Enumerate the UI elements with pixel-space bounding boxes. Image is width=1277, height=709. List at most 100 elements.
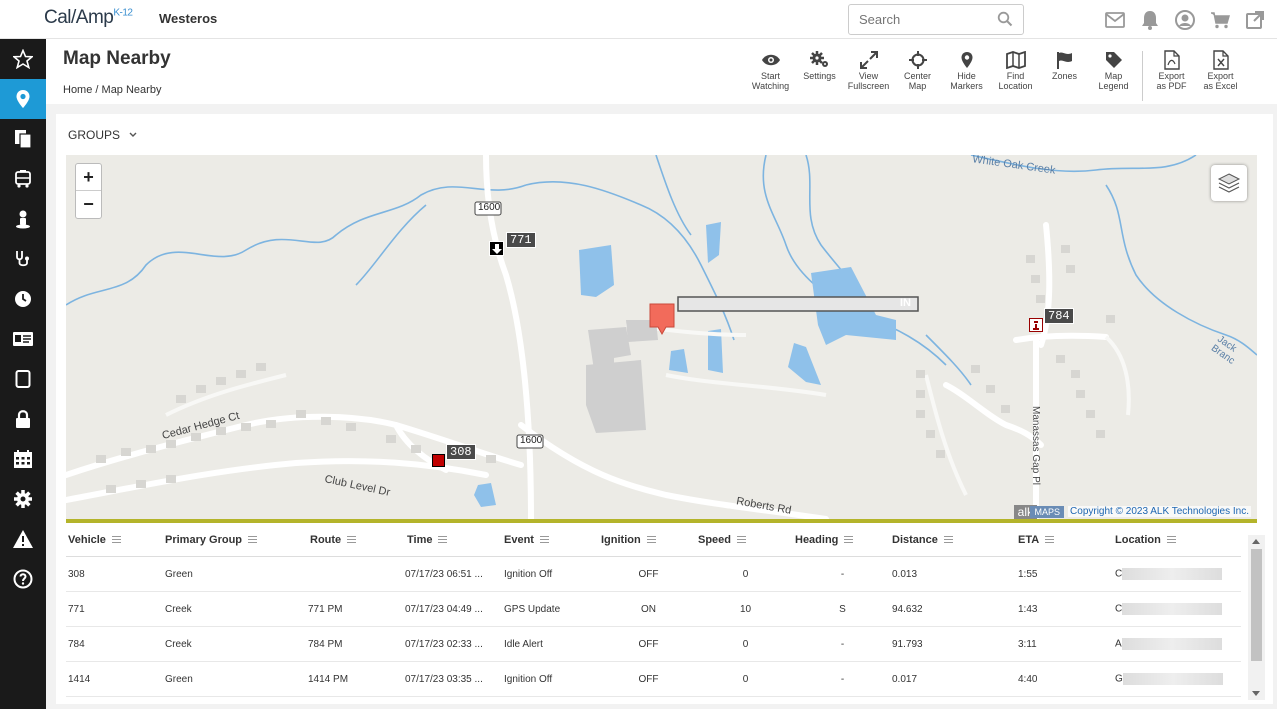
table-header: Vehicle Primary Group Route Time Event I…	[66, 523, 1241, 557]
layers-button[interactable]	[1211, 165, 1247, 201]
layers-icon	[1217, 173, 1241, 193]
column-menu-icon[interactable]	[1045, 536, 1055, 544]
scroll-up-arrow[interactable]	[1252, 539, 1260, 544]
groups-dropdown[interactable]: GROUPS	[68, 128, 138, 142]
map-legend-label-1: Map	[1104, 71, 1123, 81]
sidebar-item-health[interactable]	[0, 239, 46, 279]
mail-icon[interactable]	[1103, 8, 1126, 31]
zoom-in-button[interactable]: +	[76, 164, 101, 191]
column-menu-icon[interactable]	[248, 536, 258, 544]
col-location[interactable]: Location	[1113, 534, 1231, 546]
column-menu-icon[interactable]	[943, 536, 953, 544]
zones-button[interactable]: Zones	[1040, 51, 1089, 101]
vehicle-308-marker[interactable]	[432, 454, 445, 467]
cell-heading: S	[839, 603, 846, 615]
view-fullscreen-button[interactable]: View Fullscreen	[844, 51, 893, 101]
calendar-icon	[14, 450, 32, 468]
vehicle-308-label: 308	[446, 444, 476, 460]
hide-markers-button[interactable]: Hide Markers	[942, 51, 991, 101]
cell-event: Ignition Off	[504, 673, 553, 685]
cell-speed: 0	[742, 568, 749, 580]
school-zone-marker[interactable]	[649, 303, 675, 340]
user-icon[interactable]	[1173, 8, 1196, 31]
vehicle-784-marker[interactable]	[1029, 318, 1043, 332]
column-menu-icon[interactable]	[539, 536, 549, 544]
cart-icon[interactable]	[1208, 8, 1231, 31]
scroll-down-arrow[interactable]	[1252, 691, 1260, 696]
column-menu-icon[interactable]	[844, 536, 854, 544]
sidebar-item-map[interactable]	[0, 79, 46, 119]
column-menu-icon[interactable]	[737, 536, 747, 544]
groups-label: GROUPS	[68, 128, 121, 142]
external-link-icon[interactable]	[1243, 8, 1266, 31]
column-menu-icon[interactable]	[438, 536, 448, 544]
cell-route: 771 PM	[308, 603, 343, 615]
cell-speed: 0	[742, 638, 749, 650]
breadcrumb-home[interactable]: Home	[63, 84, 92, 96]
table-row[interactable]: 308 Green 07/17/23 06:51 ... Ignition Of…	[66, 557, 1241, 592]
start-watching-button[interactable]: Start Watching	[746, 51, 795, 101]
col-heading[interactable]: Heading	[793, 534, 890, 546]
sidebar-item-favorites[interactable]	[0, 39, 46, 79]
col-eta-label: ETA	[1018, 533, 1040, 546]
crosshair-icon	[908, 51, 927, 69]
cell-distance: 0.013	[892, 568, 918, 580]
sidebar-item-ids[interactable]	[0, 319, 46, 359]
sidebar-item-students[interactable]	[0, 199, 46, 239]
col-event[interactable]: Event	[502, 534, 599, 546]
col-vehicle[interactable]: Vehicle	[66, 534, 163, 546]
cell-time: 07/17/23 06:51 ...	[405, 568, 483, 580]
table-scrollbar[interactable]	[1248, 535, 1265, 700]
sidebar-item-calendar[interactable]	[0, 439, 46, 479]
map-legend-button[interactable]: Map Legend	[1089, 51, 1138, 101]
zoom-control: + −	[75, 163, 102, 219]
col-primary-group[interactable]: Primary Group	[163, 534, 308, 546]
sidebar-item-settings[interactable]	[0, 479, 46, 519]
sidebar-item-bus[interactable]	[0, 159, 46, 199]
sidebar-item-tablet[interactable]	[0, 359, 46, 399]
zoom-out-button[interactable]: −	[76, 191, 101, 218]
top-bar: Cal/AmpK-12 Westeros	[0, 0, 1277, 39]
col-ignition[interactable]: Ignition	[599, 534, 696, 546]
map-copyright[interactable]: Copyright © 2023 ALK Technologies Inc.	[1068, 506, 1251, 517]
column-menu-icon[interactable]	[1166, 536, 1176, 544]
column-menu-icon[interactable]	[347, 536, 357, 544]
bell-icon[interactable]	[1138, 8, 1161, 31]
table-row[interactable]: 784 Creek 784 PM 07/17/23 02:33 ... Idle…	[66, 627, 1241, 662]
label-manassas-gap-pl: Manassas Gap Pl	[1029, 406, 1041, 485]
map-view[interactable]: 1600 1600 White Oak Creek Cedar Hedge Ct…	[66, 155, 1257, 519]
settings-button[interactable]: Settings	[795, 51, 844, 101]
brand-logo[interactable]: Cal/AmpK-12	[44, 7, 133, 29]
col-speed[interactable]: Speed	[696, 534, 793, 546]
view-fullscreen-label-2: Fullscreen	[847, 81, 890, 91]
col-distance[interactable]: Distance	[890, 534, 1016, 546]
excel-icon	[1212, 50, 1229, 70]
col-eta[interactable]: ETA	[1016, 534, 1113, 546]
column-menu-icon[interactable]	[646, 536, 656, 544]
scroll-thumb[interactable]	[1251, 549, 1262, 661]
sidebar-item-documents[interactable]	[0, 119, 46, 159]
sidebar-item-history[interactable]	[0, 279, 46, 319]
find-location-button[interactable]: Find Location	[991, 51, 1040, 101]
column-menu-icon[interactable]	[111, 536, 121, 544]
vehicle-771-marker[interactable]	[489, 241, 504, 256]
col-speed-label: Speed	[698, 533, 732, 546]
cell-ignition: OFF	[638, 568, 659, 580]
sidebar-item-alerts[interactable]	[0, 519, 46, 559]
col-time[interactable]: Time	[405, 534, 502, 546]
search-input[interactable]	[849, 5, 989, 34]
center-map-button[interactable]: Center Map	[893, 51, 942, 101]
search-icon[interactable]	[997, 11, 1013, 32]
map-pin-icon	[16, 90, 30, 108]
breadcrumb-separator: /	[95, 84, 99, 96]
table-row[interactable]: 771 Creek 771 PM 07/17/23 04:49 ... GPS …	[66, 592, 1241, 627]
streams	[66, 155, 1257, 386]
export-pdf-button[interactable]: Export as PDF	[1147, 50, 1196, 101]
sidebar-item-security[interactable]	[0, 399, 46, 439]
location-initial: C	[1115, 568, 1123, 580]
col-route[interactable]: Route	[308, 534, 405, 546]
sidebar-item-help[interactable]	[0, 559, 46, 599]
export-excel-button[interactable]: Export as Excel	[1196, 50, 1245, 101]
find-location-label-2: Location	[998, 81, 1033, 91]
table-row[interactable]: 1414 Green 1414 PM 07/17/23 03:35 ... Ig…	[66, 662, 1241, 697]
